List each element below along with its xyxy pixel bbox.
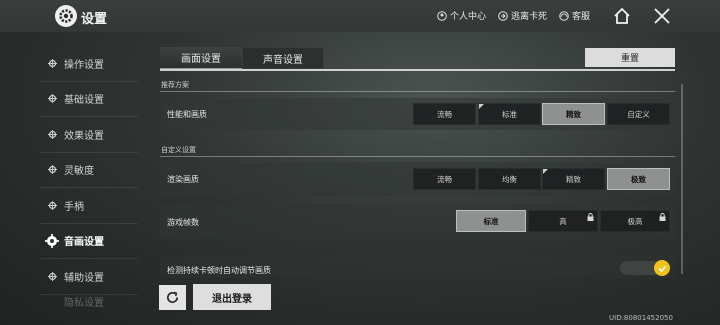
option-refined[interactable]: 精致 — [542, 168, 605, 190]
option-label: 极高 — [627, 216, 643, 226]
row-label: 性能和画质 — [167, 110, 207, 119]
option-extreme[interactable]: 极高 — [600, 210, 670, 232]
sidebar-item-privacy[interactable]: 隐私设置 — [40, 295, 138, 309]
uid-label: UID:80801452050 — [609, 314, 673, 322]
sidebar-item-label: 操作设置 — [64, 59, 104, 71]
user-center-link[interactable]: 个人中心 — [437, 9, 486, 22]
option-label: 精致 — [566, 174, 581, 184]
option-label: 标准 — [502, 109, 517, 119]
row-auto-adjust: 检测持续卡顿时自动调节画质 — [160, 256, 675, 278]
divider — [160, 69, 675, 71]
sidebar-item-label: 手柄 — [64, 201, 84, 213]
sidebar-item-basic[interactable]: 基础设置 — [40, 82, 138, 117]
row-frame-rate: 游戏帧数 标准 高 极高 — [160, 205, 675, 239]
sidebar-item-label: 灵敏度 — [64, 166, 94, 178]
option-high[interactable]: 高 — [528, 210, 598, 232]
refresh-button[interactable] — [159, 285, 186, 310]
corner-mark — [543, 169, 548, 174]
row-performance: 性能和画质 流畅 标准 精致 自定义 — [160, 98, 675, 130]
row-label: 渲染画质 — [167, 175, 199, 184]
option-ultra[interactable]: 极致 — [607, 168, 670, 190]
diamond-icon — [44, 126, 60, 142]
logout-button[interactable]: 退出登录 — [193, 284, 271, 310]
settings-gear-icon[interactable] — [55, 5, 77, 27]
support-icon — [559, 10, 569, 21]
check-icon — [654, 260, 670, 276]
reset-button[interactable]: 重置 — [585, 48, 675, 67]
option-smooth[interactable]: 流畅 — [413, 168, 476, 190]
sidebar-item-label: 音画设置 — [64, 237, 104, 249]
tab-sound[interactable]: 声音设置 — [242, 47, 324, 69]
option-label: 高 — [559, 216, 567, 226]
diamond-icon — [44, 233, 60, 249]
row-render-quality: 渲染画质 流畅 均衡 精致 极致 — [160, 162, 675, 196]
option-smooth[interactable]: 流畅 — [413, 103, 476, 125]
sidebar-item-sensitivity[interactable]: 灵敏度 — [40, 153, 138, 188]
sidebar-item-label: 辅助设置 — [64, 272, 104, 284]
tab-display[interactable]: 画面设置 — [160, 47, 242, 69]
close-icon[interactable] — [652, 6, 672, 26]
sidebar-item-gamepad[interactable]: 手柄 — [40, 188, 138, 224]
home-icon[interactable] — [612, 6, 632, 26]
section-label-custom: 自定义设置 — [161, 146, 196, 154]
diamond-icon — [44, 55, 60, 71]
tab-bar: 画面设置 声音设置 — [160, 47, 324, 69]
divider — [160, 91, 675, 92]
option-standard[interactable]: 标准 — [456, 210, 526, 232]
user-center-icon — [437, 10, 447, 21]
sidebar-item-label: 隐私设置 — [64, 298, 104, 309]
row-label: 检测持续卡顿时自动调节画质 — [167, 266, 271, 275]
row-label: 游戏帧数 — [167, 218, 199, 227]
sidebar: 操作设置 基础设置 效果设置 灵敏度 手柄 音画设置 辅助设置 隐私设置 — [40, 46, 138, 309]
lock-icon — [659, 213, 666, 221]
page-title: 设置 — [81, 12, 108, 27]
diamond-icon — [44, 162, 60, 178]
option-refined[interactable]: 精致 — [542, 103, 605, 125]
divider — [160, 156, 675, 157]
sidebar-item-audio-video[interactable]: 音画设置 — [40, 224, 138, 259]
sidebar-item-controls[interactable]: 操作设置 — [40, 46, 138, 82]
scrollbar[interactable] — [681, 84, 683, 274]
option-standard[interactable]: 标准 — [478, 103, 541, 125]
escape-stuck-link[interactable]: 逃离卡死 — [498, 9, 547, 22]
refresh-icon — [166, 291, 179, 304]
diamond-icon — [44, 91, 60, 107]
diamond-icon — [44, 197, 60, 213]
diamond-icon — [44, 294, 60, 310]
auto-adjust-toggle[interactable] — [620, 260, 670, 276]
corner-mark — [479, 104, 484, 109]
customer-service-label: 客服 — [572, 12, 591, 22]
diamond-icon — [44, 268, 60, 284]
sidebar-item-effects[interactable]: 效果设置 — [40, 117, 138, 153]
sidebar-item-assist[interactable]: 辅助设置 — [40, 259, 138, 295]
lock-icon — [587, 213, 594, 221]
user-center-label: 个人中心 — [450, 12, 487, 22]
escape-icon — [498, 10, 508, 21]
escape-stuck-label: 逃离卡死 — [511, 12, 548, 22]
section-label-recommended: 推荐方案 — [161, 81, 189, 89]
customer-service-link[interactable]: 客服 — [559, 9, 590, 22]
sidebar-item-label: 基础设置 — [64, 95, 104, 107]
sidebar-item-label: 效果设置 — [64, 130, 104, 142]
option-balanced[interactable]: 均衡 — [478, 168, 541, 190]
option-custom[interactable]: 自定义 — [607, 103, 670, 125]
